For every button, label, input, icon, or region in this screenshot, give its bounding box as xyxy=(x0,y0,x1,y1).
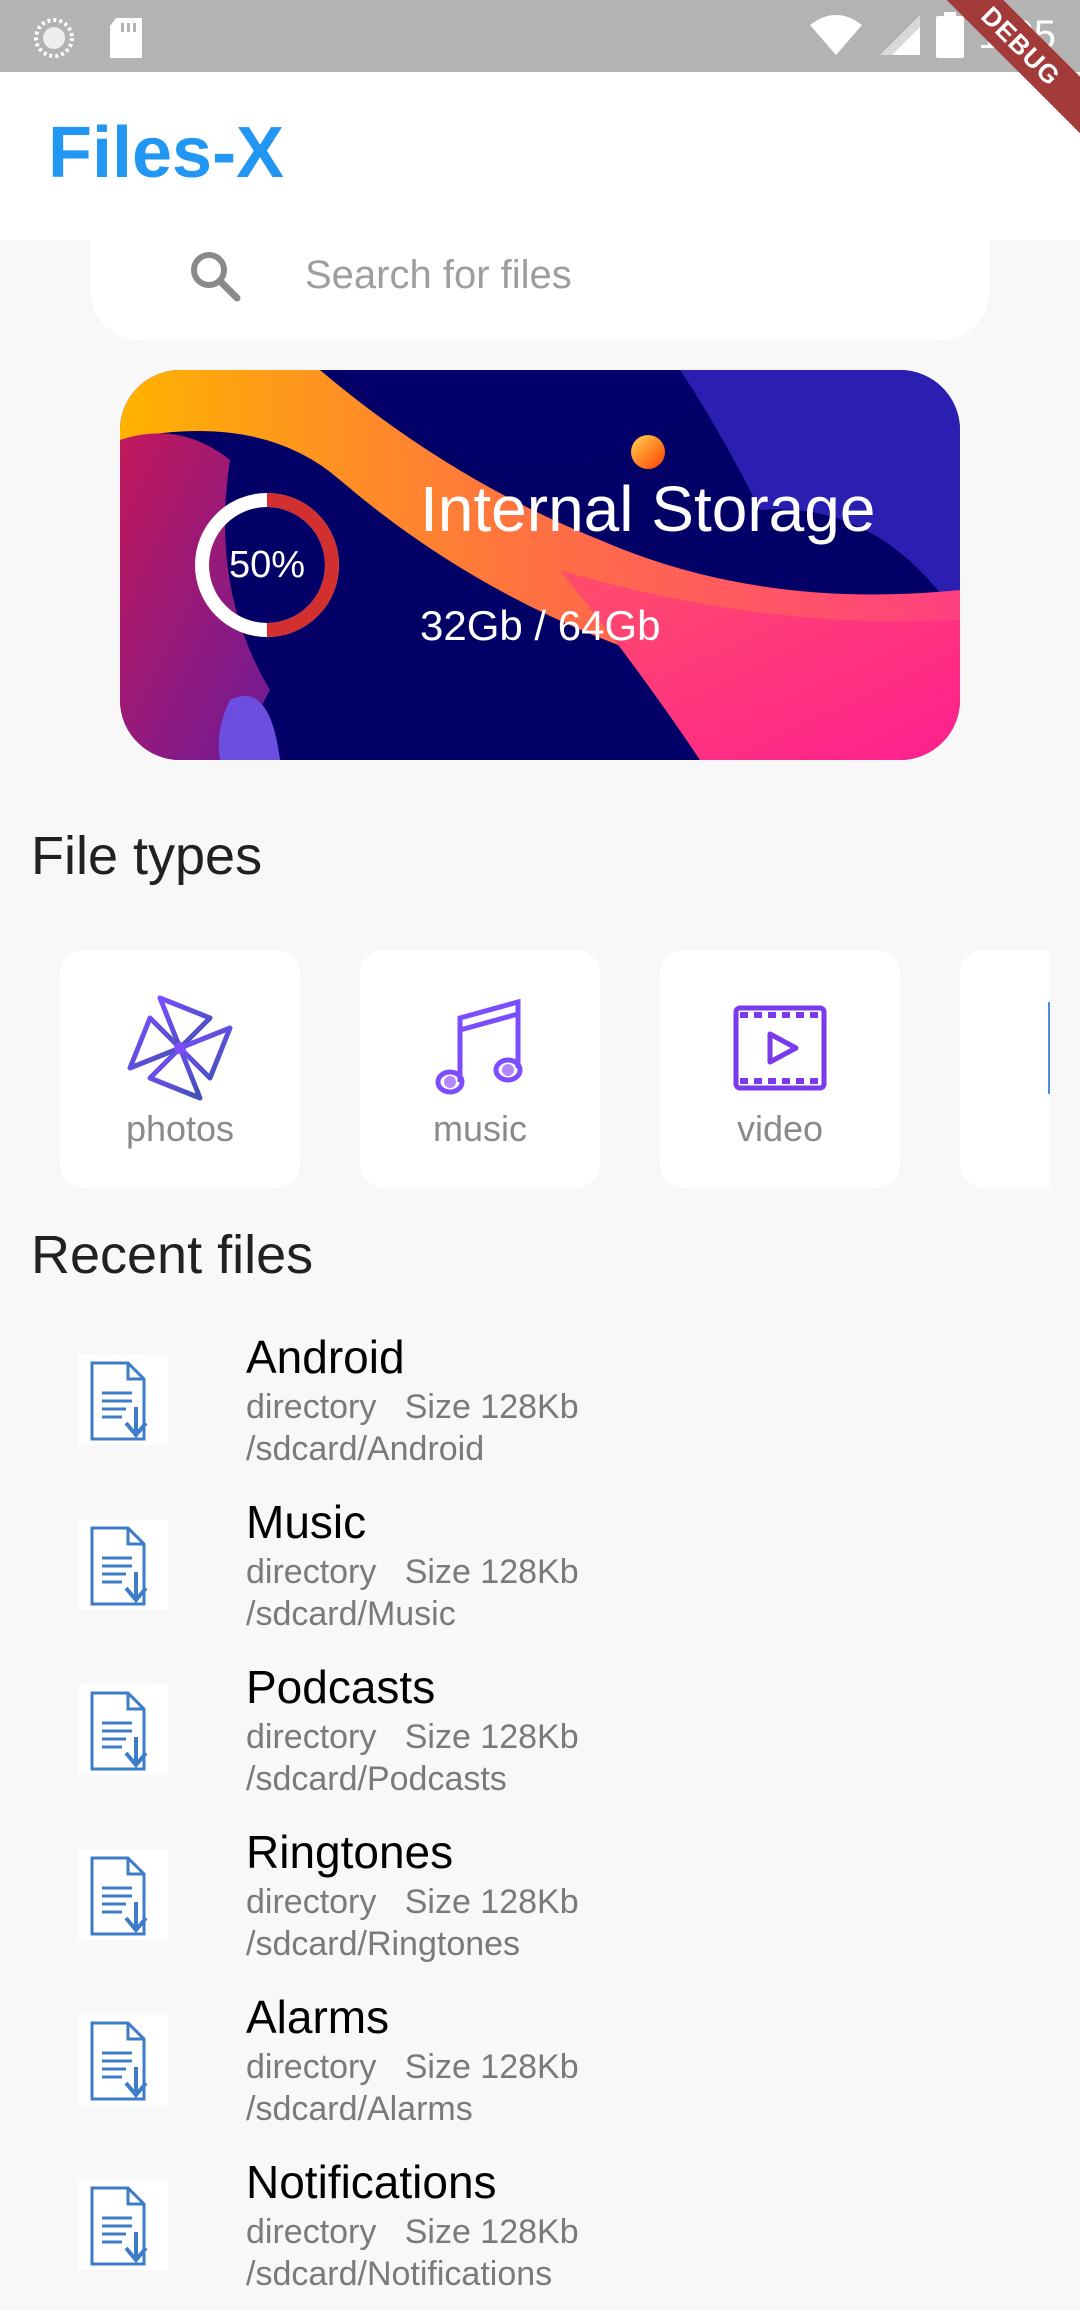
file-path: /sdcard/Ringtones xyxy=(246,1925,521,1963)
file-path: /sdcard/Podcasts xyxy=(246,1760,507,1798)
file-type-music[interactable]: music xyxy=(360,950,600,1188)
list-item[interactable]: Podcasts directory Size 128Kb /sdcard/Po… xyxy=(0,1650,1080,1815)
file-meta: directory Size 128Kb xyxy=(246,1388,579,1427)
file-name: Music xyxy=(246,1496,367,1548)
storage-percent-label: 50% xyxy=(228,544,306,586)
file-download-icon xyxy=(78,2015,168,2105)
file-path: /sdcard/Android xyxy=(246,1430,485,1468)
list-item[interactable]: Notifications directory Size 128Kb /sdca… xyxy=(0,2145,1080,2310)
file-download-icon xyxy=(78,1850,168,1940)
file-meta: directory Size 128Kb xyxy=(246,2213,579,2252)
file-type-documents[interactable]: d xyxy=(960,950,1050,1188)
file-type-label: d xyxy=(950,1108,1050,1150)
search-bar[interactable] xyxy=(90,240,990,340)
file-types-heading: File types xyxy=(31,826,263,886)
recent-files-heading: Recent files xyxy=(31,1225,314,1285)
file-type-video[interactable]: video xyxy=(660,950,900,1188)
music-note-icon xyxy=(435,998,523,1095)
file-size: Size 128Kb xyxy=(404,2048,579,2086)
cellular-signal-icon xyxy=(880,15,921,55)
search-icon[interactable] xyxy=(185,246,245,311)
file-name: Ringtones xyxy=(246,1826,454,1878)
file-type: directory xyxy=(246,1388,377,1426)
file-download-icon xyxy=(78,1355,168,1445)
battery-icon xyxy=(936,12,965,58)
file-meta: directory Size 128Kb xyxy=(246,2048,579,2087)
pinwheel-photos-icon xyxy=(127,995,233,1101)
file-size: Size 128Kb xyxy=(404,2213,579,2251)
file-meta: directory Size 128Kb xyxy=(246,1553,579,1592)
list-item[interactable]: Music directory Size 128Kb /sdcard/Music xyxy=(0,1485,1080,1650)
file-type-photos[interactable]: photos xyxy=(60,950,300,1188)
file-type: directory xyxy=(246,2213,377,2251)
app-bar: Files-X xyxy=(0,72,1080,240)
wifi-icon xyxy=(810,15,863,55)
file-name: Podcasts xyxy=(246,1661,436,1713)
file-meta: directory Size 128Kb xyxy=(246,1718,579,1757)
file-name: Android xyxy=(246,1331,405,1383)
file-name: Notifications xyxy=(246,2156,497,2208)
storage-title: Internal Storage xyxy=(420,473,876,545)
file-path: /sdcard/Notifications xyxy=(246,2255,553,2293)
search-input[interactable] xyxy=(305,240,905,310)
list-item[interactable]: Ringtones directory Size 128Kb /sdcard/R… xyxy=(0,1815,1080,1980)
file-type-label: video xyxy=(736,1108,824,1149)
sd-card-icon xyxy=(110,18,142,58)
file-size: Size 128Kb xyxy=(404,1718,579,1756)
file-types-list[interactable]: photos music video xyxy=(0,950,1050,1190)
file-path: /sdcard/Alarms xyxy=(246,2090,473,2128)
storage-usage-text: 32Gb / 64Gb xyxy=(420,602,661,649)
file-meta: directory Size 128Kb xyxy=(246,1883,579,1922)
list-item[interactable]: Android directory Size 128Kb /sdcard/And… xyxy=(0,1320,1080,1485)
file-type-label: photos xyxy=(125,1108,235,1149)
status-bar: 1:05 xyxy=(0,0,1080,72)
file-type: directory xyxy=(246,1718,377,1756)
file-type: directory xyxy=(246,1883,377,1921)
file-path: /sdcard/Music xyxy=(246,1595,456,1633)
file-size: Size 128Kb xyxy=(404,1883,579,1921)
file-type: directory xyxy=(246,2048,377,2086)
file-type: directory xyxy=(246,1553,377,1591)
loading-circle-icon xyxy=(34,18,74,58)
file-download-icon xyxy=(78,2180,168,2270)
internal-storage-card[interactable]: 50% Internal Storage 32Gb / 64Gb xyxy=(120,370,960,760)
file-download-icon xyxy=(78,1520,168,1610)
video-play-icon xyxy=(733,1005,827,1091)
app-title: Files-X xyxy=(48,113,285,193)
file-size: Size 128Kb xyxy=(404,1388,579,1426)
document-icon xyxy=(1048,1000,1050,1094)
file-name: Alarms xyxy=(246,1991,390,2043)
file-type-label: music xyxy=(432,1108,527,1149)
file-download-icon xyxy=(78,1685,168,1775)
list-item[interactable]: Alarms directory Size 128Kb /sdcard/Alar… xyxy=(0,1980,1080,2145)
file-size: Size 128Kb xyxy=(404,1553,579,1591)
